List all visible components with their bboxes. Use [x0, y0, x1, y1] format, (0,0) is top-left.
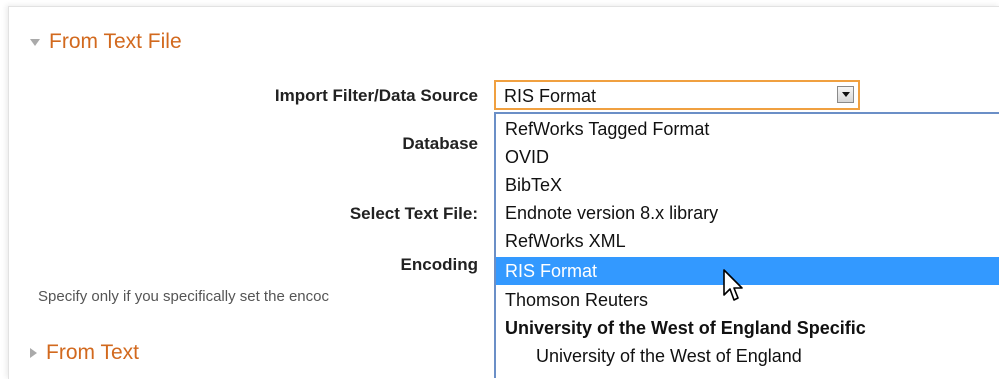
- dropdown-option[interactable]: Endnote version 8.x library: [496, 199, 999, 227]
- collapse-triangle-icon: [30, 38, 40, 46]
- dropdown-option[interactable]: BibTeX: [496, 171, 999, 199]
- database-label: Database: [402, 134, 478, 153]
- section-title: From Text File: [49, 30, 182, 53]
- dropdown-option[interactable]: OVID: [496, 143, 999, 171]
- section-title: From Text: [46, 341, 139, 364]
- encoding-hint: Specify only if you specifically set the…: [38, 288, 329, 305]
- section-header-from-text[interactable]: From Text: [30, 341, 139, 365]
- dropdown-option[interactable]: RefWorks XML: [496, 227, 999, 255]
- import-filter-label: Import Filter/Data Source: [274, 86, 478, 105]
- select-value: RIS Format: [504, 86, 597, 106]
- section-header-from-text-file[interactable]: From Text File: [30, 30, 182, 54]
- dropdown-group-label: University of the West of England Specif…: [505, 318, 866, 338]
- mouse-pointer-icon: [723, 269, 743, 301]
- select-text-file-label: Select Text File:: [349, 204, 478, 223]
- dropdown-option[interactable]: University of the West of England: [496, 342, 999, 370]
- import-filter-select[interactable]: RIS Format: [494, 80, 860, 110]
- chevron-down-icon[interactable]: [837, 86, 854, 103]
- expand-triangle-icon: [30, 348, 37, 358]
- dropdown-option-selected[interactable]: RIS Format: [496, 257, 999, 285]
- dropdown-option[interactable]: RefWorks Tagged Format: [496, 115, 999, 143]
- encoding-label: Encoding: [400, 255, 478, 274]
- import-filter-dropdown: RefWorks Tagged Format OVID BibTeX Endno…: [494, 112, 999, 378]
- dropdown-option[interactable]: Thomson Reuters: [496, 286, 999, 314]
